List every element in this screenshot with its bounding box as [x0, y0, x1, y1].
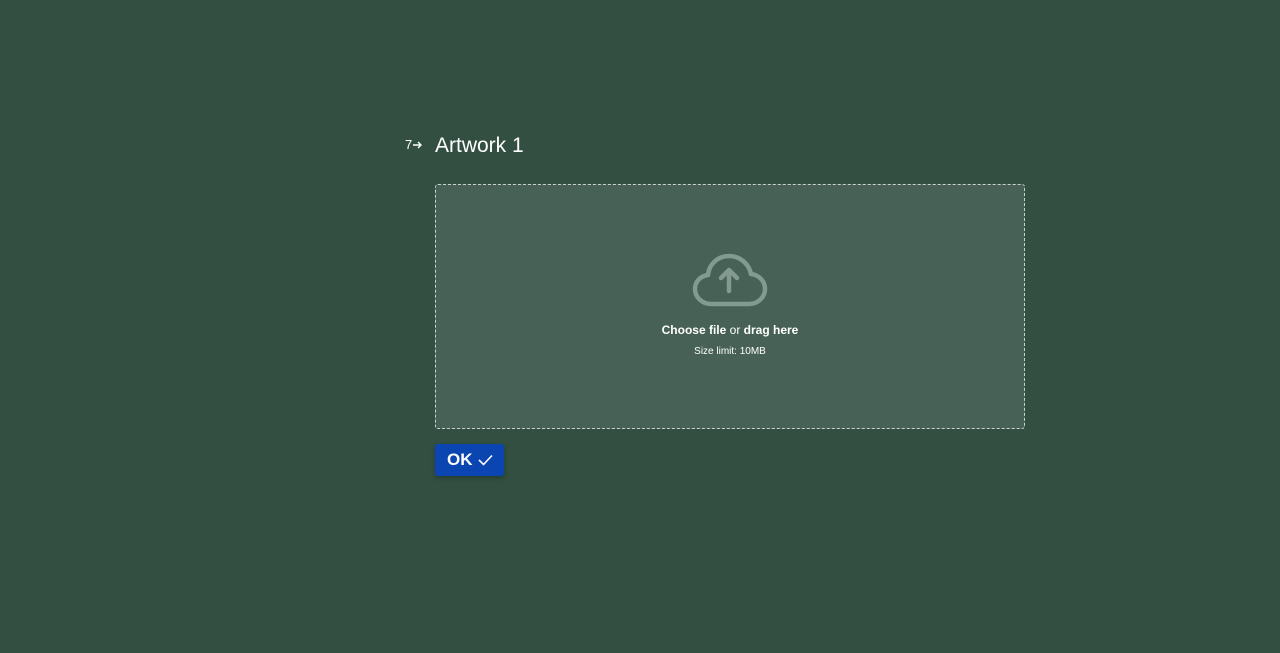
cloud-upload-icon	[692, 253, 768, 307]
check-icon	[477, 454, 493, 466]
ok-button[interactable]: OK	[435, 444, 504, 476]
question-header: 7 Artwork 1	[405, 132, 1027, 162]
size-limit-text: Size limit: 10MB	[694, 346, 766, 357]
choose-file-link[interactable]: Choose file	[662, 323, 727, 337]
arrow-right-icon	[413, 141, 423, 149]
drag-here-text: drag here	[743, 323, 799, 337]
ok-button-label: OK	[447, 450, 473, 469]
question-number: 7	[405, 138, 423, 152]
question-title: Artwork 1	[435, 134, 524, 157]
file-upload-dropzone[interactable]: Choose file or drag here Size limit: 10M…	[435, 184, 1025, 429]
or-text: or	[729, 323, 741, 337]
upload-instructions: Choose file or drag here	[662, 323, 799, 337]
question-number-text: 7	[405, 137, 413, 152]
question-block: 7 Artwork 1 Choose file or drag here Siz…	[405, 132, 1027, 476]
